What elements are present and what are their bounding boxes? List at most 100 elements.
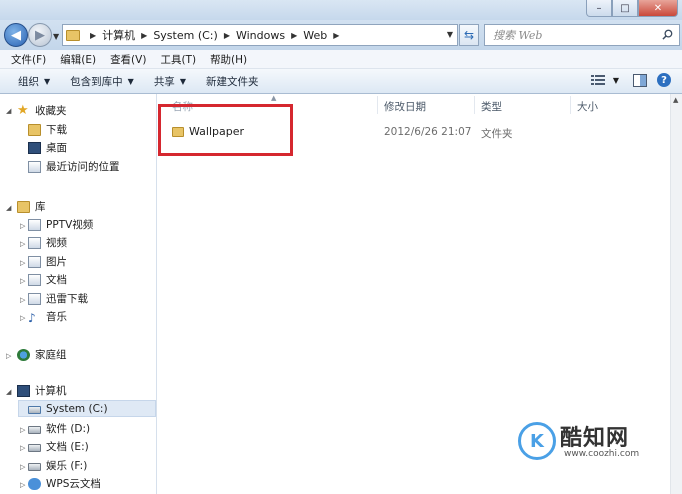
- preview-pane-button[interactable]: [632, 72, 648, 88]
- nav-videos-label: 视频: [46, 237, 67, 249]
- column-header-modified[interactable]: 修改日期: [384, 99, 426, 114]
- breadcrumb-web[interactable]: Web: [303, 29, 327, 42]
- help-icon: ?: [657, 73, 671, 87]
- maximize-button[interactable]: □: [612, 0, 638, 17]
- address-bar[interactable]: ▶ 计算机 ▶ System (C:) ▶ Windows ▶ Web ▶ ▼: [62, 24, 458, 46]
- watermark-logo: K: [518, 422, 556, 460]
- watermark-url: www.coozhi.com: [564, 449, 640, 459]
- details-view-icon: [591, 75, 605, 85]
- new-folder-button[interactable]: 新建文件夹: [196, 74, 269, 89]
- nav-wps-cloud[interactable]: WPS云文档: [28, 475, 101, 492]
- documents-icon: [28, 273, 41, 286]
- navigation-pane: ◢ ★ 收藏夹 下载 桌面 最近访问的位置 ◢ 库 ▷ PPTV视频 ▷ 视频 ▷…: [0, 94, 157, 494]
- back-button[interactable]: ◀: [4, 23, 28, 47]
- refresh-button[interactable]: ⇆: [459, 24, 479, 46]
- desktop-icon: [28, 141, 41, 154]
- expand-icon[interactable]: ▷: [20, 222, 25, 230]
- expand-icon[interactable]: ▷: [20, 444, 25, 452]
- address-history-dropdown-icon[interactable]: ▼: [447, 30, 453, 39]
- nav-drive-f[interactable]: 娱乐 (F:): [28, 457, 87, 474]
- expand-icon[interactable]: ▷: [20, 259, 25, 267]
- expand-icon[interactable]: ▷: [6, 352, 11, 360]
- breadcrumb-windows[interactable]: Windows: [236, 29, 285, 42]
- breadcrumb-computer[interactable]: 计算机: [102, 27, 135, 43]
- search-box[interactable]: [484, 24, 680, 46]
- minimize-button[interactable]: –: [586, 0, 612, 17]
- nav-computer[interactable]: 计算机: [17, 382, 67, 399]
- chevron-right-icon[interactable]: ▶: [224, 31, 230, 40]
- chevron-right-icon[interactable]: ▶: [291, 31, 297, 40]
- title-bar: – □ ✕: [0, 0, 682, 20]
- expand-icon[interactable]: ▷: [20, 277, 25, 285]
- menu-tools[interactable]: 工具(T): [153, 52, 203, 67]
- scroll-up-icon[interactable]: ▲: [673, 96, 678, 104]
- include-in-library-button[interactable]: 包含到库中 ▼: [60, 74, 144, 89]
- arrow-right-icon: ▶: [35, 27, 45, 43]
- forward-button[interactable]: ▶: [28, 23, 52, 47]
- column-header-type[interactable]: 类型: [481, 99, 502, 114]
- nav-pptv[interactable]: PPTV视频: [28, 216, 93, 233]
- expand-icon[interactable]: ▷: [20, 240, 25, 248]
- search-icon[interactable]: [662, 29, 673, 40]
- organize-button[interactable]: 组织 ▼: [8, 74, 60, 89]
- file-modified: 2012/6/26 21:07: [384, 126, 472, 138]
- chevron-down-icon: ▼: [44, 76, 51, 86]
- nav-videos[interactable]: 视频: [28, 234, 67, 251]
- expand-collapse-icon[interactable]: ◢: [6, 204, 11, 212]
- nav-homegroup[interactable]: 家庭组: [17, 346, 67, 363]
- chevron-down-icon: ▼: [127, 76, 134, 86]
- close-button[interactable]: ✕: [638, 0, 678, 17]
- homegroup-icon: [17, 348, 30, 361]
- watermark: K 酷知网 www.coozhi.com: [516, 418, 658, 466]
- menu-help[interactable]: 帮助(H): [203, 52, 254, 67]
- chevron-right-icon[interactable]: ▶: [333, 31, 339, 40]
- expand-icon[interactable]: ▷: [20, 296, 25, 304]
- nav-favorites[interactable]: ★ 收藏夹: [17, 102, 67, 119]
- nav-music[interactable]: ♪ 音乐: [28, 308, 67, 325]
- nav-libraries[interactable]: 库: [17, 198, 46, 215]
- column-divider[interactable]: [474, 96, 475, 114]
- nav-documents[interactable]: 文档: [28, 271, 67, 288]
- menu-edit[interactable]: 编辑(E): [53, 52, 103, 67]
- nav-libraries-label: 库: [35, 201, 46, 213]
- column-divider[interactable]: [570, 96, 571, 114]
- menu-view[interactable]: 查看(V): [103, 52, 153, 67]
- vertical-scrollbar[interactable]: ▲: [670, 94, 682, 494]
- recent-pages-dropdown-icon[interactable]: ▼: [53, 32, 59, 41]
- breadcrumb-system-c[interactable]: System (C:): [153, 29, 218, 42]
- nav-recent-label: 最近访问的位置: [46, 161, 120, 173]
- expand-icon[interactable]: ▷: [20, 463, 25, 471]
- menu-bar: 文件(F) 编辑(E) 查看(V) 工具(T) 帮助(H): [0, 50, 682, 69]
- nav-xunlei[interactable]: 迅雷下载: [28, 290, 88, 307]
- arrow-left-icon: ◀: [11, 27, 21, 43]
- preview-pane-icon: [633, 73, 647, 87]
- view-dropdown-icon[interactable]: ▼: [608, 72, 624, 88]
- chevron-right-icon[interactable]: ▶: [141, 31, 147, 40]
- nav-xunlei-label: 迅雷下载: [46, 293, 88, 305]
- column-header-size[interactable]: 大小: [577, 99, 598, 114]
- share-button[interactable]: 共享 ▼: [144, 74, 196, 89]
- expand-icon[interactable]: ▷: [20, 426, 25, 434]
- nav-favorites-label: 收藏夹: [35, 105, 67, 117]
- expand-icon[interactable]: ▷: [20, 314, 25, 322]
- expand-icon[interactable]: ▷: [20, 481, 25, 489]
- nav-drive-e[interactable]: 文档 (E:): [28, 438, 89, 455]
- nav-pictures[interactable]: 图片: [28, 253, 67, 270]
- view-options-button[interactable]: [590, 72, 606, 88]
- nav-downloads-label: 下载: [46, 124, 67, 136]
- nav-desktop[interactable]: 桌面: [28, 139, 67, 156]
- videos-icon: [28, 236, 41, 249]
- nav-downloads[interactable]: 下载: [28, 121, 67, 138]
- chevron-right-icon[interactable]: ▶: [90, 31, 96, 40]
- help-button[interactable]: ?: [656, 72, 672, 88]
- expand-collapse-icon[interactable]: ◢: [6, 107, 11, 115]
- watermark-title: 酷知网: [560, 426, 630, 451]
- menu-file[interactable]: 文件(F): [4, 52, 53, 67]
- expand-collapse-icon[interactable]: ◢: [6, 388, 11, 396]
- search-input[interactable]: [493, 28, 653, 42]
- nav-recent[interactable]: 最近访问的位置: [28, 158, 120, 175]
- nav-drive-d[interactable]: 软件 (D:): [28, 420, 90, 437]
- nav-drive-c[interactable]: System (C:): [18, 400, 156, 417]
- nav-music-label: 音乐: [46, 311, 67, 323]
- column-divider[interactable]: [377, 96, 378, 114]
